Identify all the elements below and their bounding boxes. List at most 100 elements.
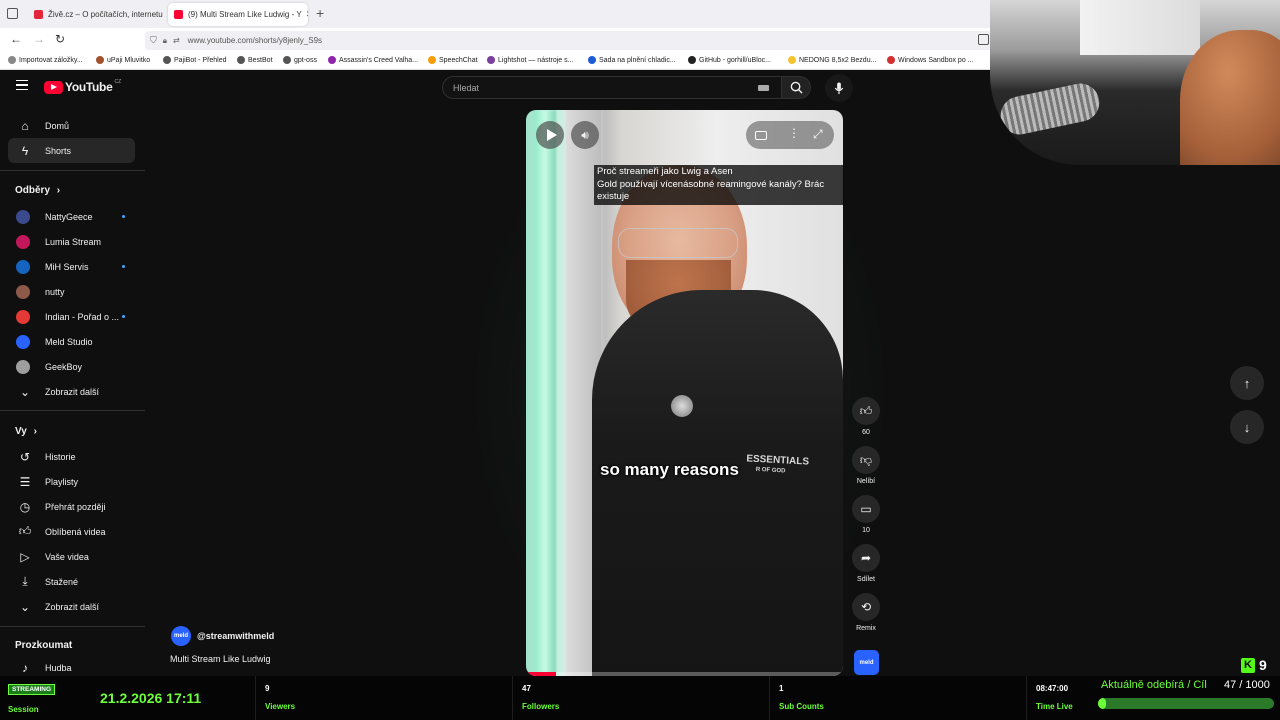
subscription-item[interactable]: MiH Servis: [8, 254, 135, 279]
playlists-icon: ☰: [19, 474, 31, 489]
bookmark-item[interactable]: Windows Sandbox po ...: [887, 56, 974, 64]
divider: [0, 170, 145, 171]
bookmark-item[interactable]: Importovat záložky...: [8, 56, 83, 64]
browser-tab-zive[interactable]: Živě.cz – O počítačích, internetu ✕: [28, 3, 163, 26]
voice-search-button[interactable]: [825, 74, 853, 102]
subscription-item[interactable]: GeekBoy: [8, 354, 135, 379]
bookmark-item[interactable]: NEDONG 8,5x2 Bezdu...: [788, 56, 876, 64]
keyboard-icon[interactable]: [758, 84, 769, 91]
show-more-subscriptions[interactable]: ⌄ Zobrazit další: [8, 379, 135, 404]
bookmark-item[interactable]: uPaji Mluvitko: [96, 56, 150, 64]
channel-avatar[interactable]: meld: [171, 626, 191, 646]
tab-list-icon[interactable]: [7, 8, 18, 19]
browser-tab-youtube[interactable]: (9) Multi Stream Like Ludwig - Y ✕: [168, 3, 308, 26]
watch-later-icon: ◷: [19, 499, 31, 514]
like-button[interactable]: 👍︎: [852, 397, 880, 425]
sidebar-item-dom-[interactable]: ⌂ Domů: [8, 113, 135, 138]
subscription-item[interactable]: Indian - Pořad o ...: [8, 304, 135, 329]
remix-button[interactable]: ⟲: [852, 593, 880, 621]
channel-thumb-button[interactable]: meld: [854, 650, 879, 675]
next-short-button[interactable]: ↓: [1230, 410, 1264, 444]
forward-icon[interactable]: →: [33, 32, 45, 46]
show-more-you[interactable]: ⌄ Zobrazit další: [8, 594, 135, 619]
captions-icon[interactable]: [755, 131, 767, 140]
caption-line: existuje: [597, 191, 630, 202]
person-hoodie: [592, 290, 843, 676]
dislike-button[interactable]: 👎︎: [852, 446, 880, 474]
sidebar-item-obl-ben-videa[interactable]: 👍︎ Oblíbená videa: [8, 519, 135, 544]
bookmark-item[interactable]: GitHub - gorhill/uBloc...: [688, 56, 771, 64]
sidebar-item-historie[interactable]: ↺ Historie: [8, 444, 135, 469]
subscription-item[interactable]: Meld Studio: [8, 329, 135, 354]
youtube-logo[interactable]: YouTube CZ: [44, 79, 121, 94]
url-bar[interactable]: ⛉ 🔒︎ ⇄ www.youtube.com/shorts/y8jenly_S9…: [145, 31, 995, 50]
reload-icon[interactable]: ↻: [55, 32, 65, 46]
subscription-item[interactable]: NattyGeece: [8, 204, 135, 229]
sidebar-item-label: Domů: [45, 120, 70, 131]
lamp-light: [534, 110, 556, 676]
burned-subtitle: so many reasons: [600, 460, 739, 479]
close-icon[interactable]: ✕: [302, 9, 308, 20]
you-heading[interactable]: Vy ›: [15, 426, 37, 437]
bookmark-label: PajiBot - Přehled: [174, 56, 227, 64]
divider: [0, 626, 145, 627]
new-tab-icon[interactable]: +: [316, 5, 324, 21]
bookmark-item[interactable]: Assassin's Creed Valha...: [328, 56, 418, 64]
home-icon: ⌂: [21, 118, 29, 133]
chevron-down-icon: ⌄: [19, 384, 31, 399]
search-input[interactable]: Hledat: [442, 76, 782, 99]
bookmark-label: uPaji Mluvitko: [107, 56, 151, 64]
subscription-item[interactable]: nutty: [8, 279, 135, 304]
sidebar-item-p-ehr-t-pozd-ji[interactable]: ◷ Přehrát později: [8, 494, 135, 519]
search-icon: [790, 81, 803, 94]
fullscreen-icon[interactable]: ⤢: [813, 127, 823, 142]
arrow-down-icon: ↓: [1243, 419, 1251, 435]
back-icon[interactable]: ←: [10, 32, 22, 46]
webcam-overlay: [990, 0, 1280, 165]
bookmark-item[interactable]: Sada na plnění chladic...: [588, 56, 676, 64]
sidebar-item-label: Oblíbená videa: [45, 526, 106, 537]
sidebar-item-shorts[interactable]: ϟ Shorts: [8, 138, 135, 163]
subscription-name: GeekBoy: [45, 361, 83, 372]
bookmark-item[interactable]: SpeechChat: [428, 56, 478, 64]
sidebar-item-playlisty[interactable]: ☰ Playlisty: [8, 469, 135, 494]
channel-avatar: [16, 259, 30, 274]
bookmark-item[interactable]: gpt-oss: [283, 56, 317, 64]
microphone-clip: [671, 395, 693, 417]
comment-button[interactable]: ▭: [852, 495, 880, 523]
tab-title: (9) Multi Stream Like Ludwig - Y: [188, 10, 302, 19]
volume-icon: 🔊︎: [581, 127, 589, 142]
subscription-name: Lumia Stream: [45, 236, 102, 247]
bookmark-item[interactable]: Lightshot — nástroje s...: [487, 56, 573, 64]
like-icon: 👍︎: [859, 403, 873, 418]
sidebar-item-sta-en-[interactable]: ⤓ Stažené: [8, 569, 135, 594]
menu-icon[interactable]: [16, 80, 28, 90]
short-title[interactable]: Multi Stream Like Ludwig: [170, 654, 271, 664]
search-button[interactable]: [781, 76, 811, 99]
show-more-label: Zobrazit další: [45, 386, 100, 397]
bookmark-label: Assassin's Creed Valha...: [339, 56, 419, 64]
bookmark-item[interactable]: PajiBot - Přehled: [163, 56, 227, 64]
channel-handle[interactable]: @streamwithmeld: [197, 631, 274, 641]
subscription-item[interactable]: Lumia Stream: [8, 229, 135, 254]
bookmark-label: GitHub - gorhill/uBloc...: [699, 56, 771, 64]
previous-short-button[interactable]: ↑: [1230, 366, 1264, 400]
divider: [512, 676, 513, 720]
save-page-icon[interactable]: [978, 34, 989, 45]
goal-progress-bar: [1098, 698, 1274, 709]
play-button[interactable]: [536, 121, 564, 149]
downloads-icon: ⤓: [22, 574, 28, 588]
bookmark-label: gpt-oss: [294, 56, 317, 64]
more-options-icon[interactable]: ⋮: [788, 126, 800, 140]
followers-value: 47: [522, 684, 531, 693]
subscriptions-heading[interactable]: Odběry ›: [15, 185, 60, 196]
divider: [255, 676, 256, 720]
volume-button[interactable]: 🔊︎: [571, 121, 599, 149]
goal-progress-fill: [1098, 698, 1107, 709]
sidebar-item-va-e-videa[interactable]: ▷ Vaše videa: [8, 544, 135, 569]
subscription-name: Indian - Pořad o ...: [45, 311, 120, 322]
share-button[interactable]: ➦: [852, 544, 880, 572]
session-label: Session: [8, 705, 39, 714]
bookmark-item[interactable]: BestBot: [237, 56, 273, 64]
bookmark-favicon-icon: [328, 56, 336, 64]
